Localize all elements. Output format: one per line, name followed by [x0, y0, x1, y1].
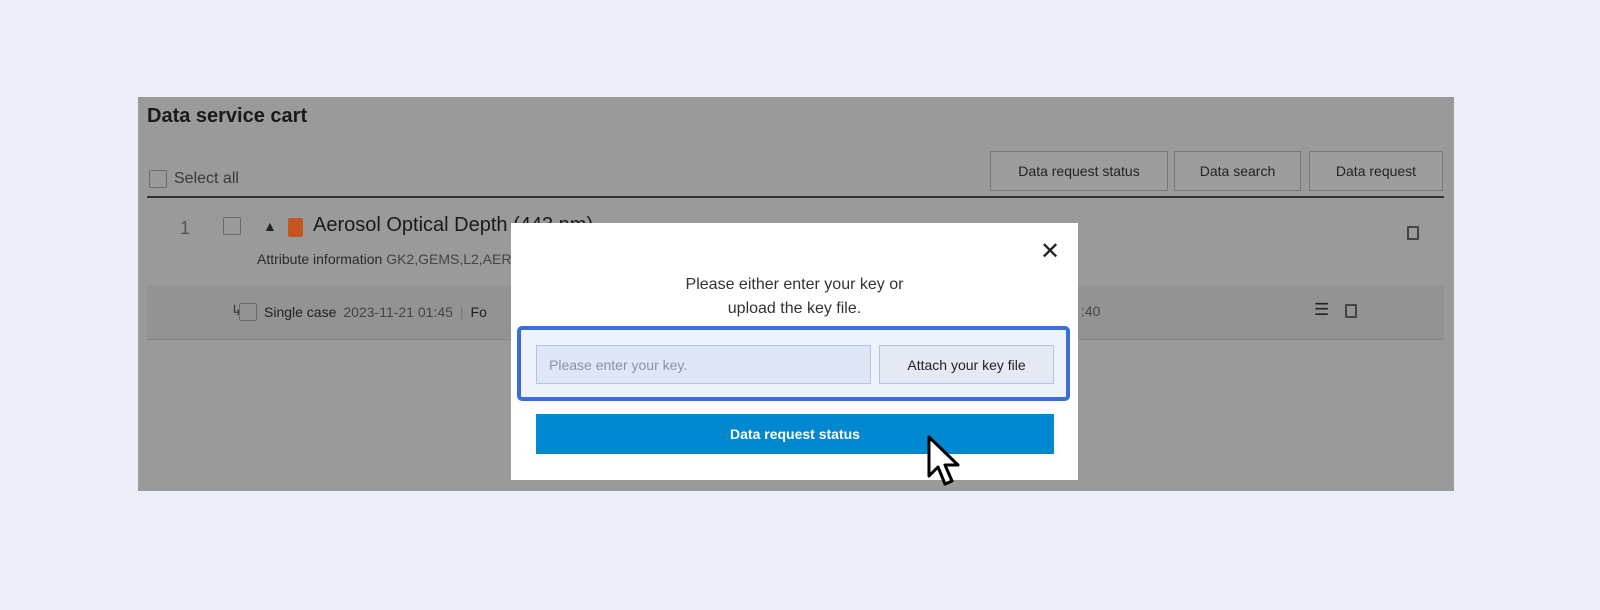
select-all-checkbox[interactable]: Select all [149, 170, 239, 188]
select-all-label: Select all [174, 170, 239, 187]
message-line: Please either enter your key or [685, 276, 904, 293]
sub-type: Single case [264, 304, 337, 320]
sub-checkbox[interactable] [239, 303, 257, 321]
key-modal: ✕ Please either enter your key or upload … [511, 223, 1078, 480]
sub-time: :40 [1081, 303, 1101, 319]
item-index: 1 [180, 218, 191, 238]
settings-sliders-icon[interactable]: ☰ [1314, 300, 1329, 320]
sub-item-info: Single case 2023-11-21 01:45 | Fo [239, 303, 487, 321]
attach-key-file-button[interactable]: Attach your key file [879, 345, 1054, 384]
data-request-status-submit-button[interactable]: Data request status [536, 414, 1054, 454]
checkbox[interactable] [149, 170, 167, 188]
close-icon[interactable]: ✕ [1040, 240, 1060, 264]
divider [147, 196, 1444, 198]
separator: | [459, 304, 464, 320]
key-input[interactable] [536, 345, 871, 384]
message-line: upload the key file. [727, 300, 862, 317]
attribute-info: Attribute information GK2,GEMS,L2,AER [257, 251, 511, 267]
image-file-icon [288, 218, 303, 237]
trash-icon[interactable] [1345, 304, 1357, 318]
item-checkbox[interactable] [223, 217, 241, 235]
modal-message: Please either enter your key or upload th… [511, 273, 1078, 321]
mouse-cursor-icon [927, 435, 960, 486]
trash-icon[interactable] [1407, 226, 1419, 240]
data-search-button[interactable]: Data search [1174, 151, 1301, 191]
page-title: Data service cart [147, 105, 308, 127]
data-request-button[interactable]: Data request [1309, 151, 1443, 191]
attr-value: GK2,GEMS,L2,AER [386, 251, 512, 267]
sub-format: Fo [470, 304, 487, 320]
collapse-caret-icon[interactable]: ▲ [263, 218, 277, 234]
data-request-status-button[interactable]: Data request status [990, 151, 1168, 191]
sub-date: 2023-11-21 01:45 [343, 304, 453, 320]
attr-label: Attribute information [257, 251, 383, 267]
